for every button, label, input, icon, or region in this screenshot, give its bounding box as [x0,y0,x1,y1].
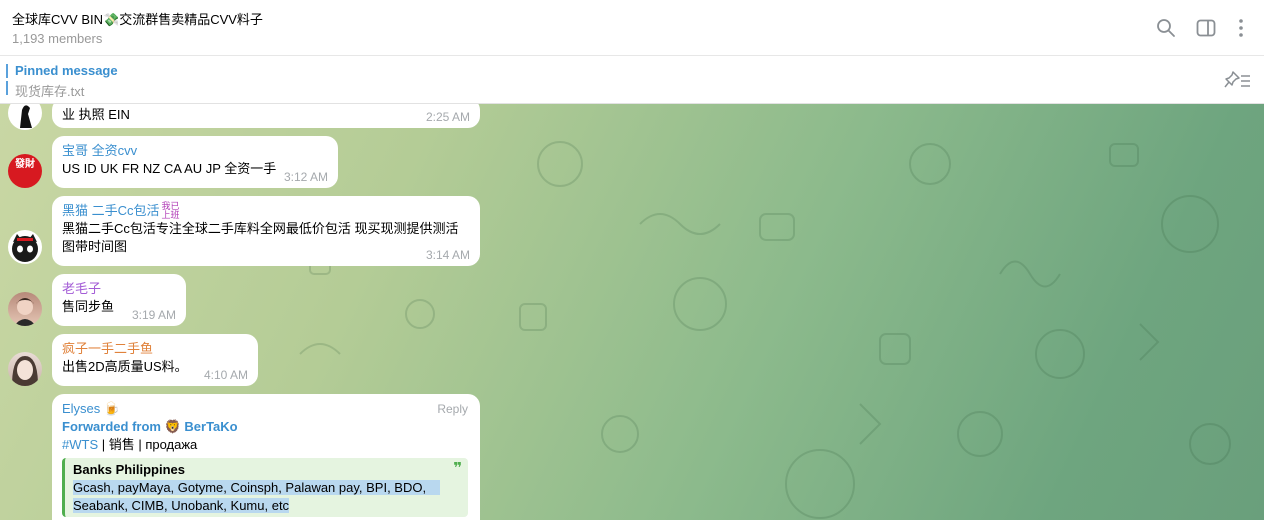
pinned-text: 现货库存.txt [15,84,85,99]
avatar[interactable]: 發財 [8,154,42,188]
message-bubble[interactable]: 黑猫 二手Cc包活 我已上班 黑猫二手Cc包活专注全球二手库料全网最低价包活 现买… [52,196,480,266]
sender-name[interactable]: 黑猫 二手Cc包活 [62,203,160,218]
member-count[interactable]: 1,193 members [12,31,102,46]
avatar[interactable] [8,352,42,386]
avatar-label: 發財 [15,159,35,170]
message-bubble[interactable]: 宝哥 全资cvv US ID UK FR NZ CA AU JP 全资一手 3:… [52,136,338,188]
chat-header: 全球库CVV BIN💸交流群售卖精品CVV料子 1,193 members [0,0,1264,56]
pinned-title: Pinned message [15,63,118,78]
pinned-indicator [6,64,8,96]
message-bubble[interactable]: Elyses 🍺 Reply Forwarded from 🦁 BerTaKo … [52,394,480,520]
sender-name[interactable]: 老毛子 [62,280,176,298]
chat-title[interactable]: 全球库CVV BIN💸交流群售卖精品CVV料子 [12,9,263,28]
sidebar-toggle-icon[interactable] [1194,16,1218,40]
message-text: | 销售 | продажа [98,437,198,452]
quote-title: Banks Philippines [73,462,185,477]
search-icon[interactable] [1154,16,1178,40]
quote-icon: ❞ [453,460,462,477]
hashtag-link[interactable]: #WTS [62,437,98,452]
sender-name[interactable]: 宝哥 全资cvv [62,142,328,160]
quote-line: Gcash, payMaya, Gotyme, Coinsph, Palawan… [73,480,441,495]
forwarded-source[interactable]: 🦁 BerTaKo [165,419,238,434]
chat-area[interactable]: 业 执照 EIN 2:25 AM 發財 宝哥 全资cvv US ID UK FR… [0,104,1264,520]
sender-badge: 我已上班 [161,201,180,220]
message-time: 2:25 AM [425,110,470,124]
message-time: 3:19 AM [131,308,176,322]
forwarded-label: Forwarded from [62,419,161,434]
message-time: 3:12 AM [283,170,328,184]
message-bubble[interactable]: 老毛子 售同步鱼 3:19 AM [52,274,186,326]
avatar[interactable] [8,292,42,326]
sender-name[interactable]: Elyses 🍺 [62,400,470,418]
message-time: 3:14 AM [425,248,470,262]
pin-list-icon[interactable] [1224,70,1252,90]
blockquote: ❞ Banks Philippines Gcash, payMaya, Goty… [62,458,468,517]
message-text: 黑猫二手Cc包活专注全球二手库料全网最低价包活 现买现测提供测活图带时间图 [62,221,459,254]
quote-line: Seabank, CIMB, Unobank, Kumu, etc [73,498,290,513]
reply-button[interactable]: Reply [437,402,468,416]
message-text: 业 执照 EIN [62,107,130,122]
avatar[interactable] [8,230,42,264]
message-bubble[interactable]: 疯子一手二手鱼 出售2D高质量US料。 4:10 AM [52,334,258,386]
message-bubble[interactable]: 业 执照 EIN 2:25 AM [52,104,480,128]
message-time: 4:10 AM [203,368,248,382]
pinned-message-bar[interactable]: Pinned message 现货库存.txt [0,56,1264,104]
more-vertical-icon[interactable] [1229,16,1253,40]
sender-name[interactable]: 疯子一手二手鱼 [62,340,248,358]
